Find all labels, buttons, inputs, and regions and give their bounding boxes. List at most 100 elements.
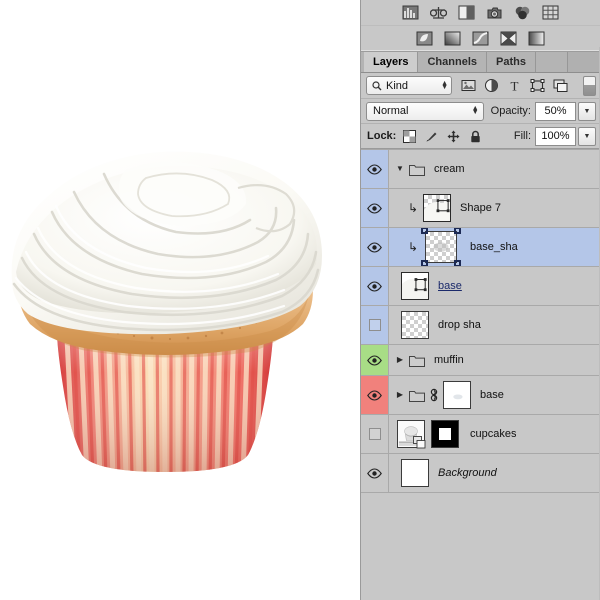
chevron-down-icon[interactable]: ▼ xyxy=(395,165,405,173)
photoshop-window: Layers Channels Paths Kind ▲ ▼ T Normal … xyxy=(0,0,600,600)
clipping-mask-arrow-icon: ↳ xyxy=(407,201,419,215)
filter-kind-select[interactable]: Kind ▲ ▼ xyxy=(366,76,452,95)
layer-row[interactable]: cupcakes xyxy=(361,415,600,454)
layer-row[interactable]: ▼ cream xyxy=(361,150,600,189)
tab-channels[interactable]: Channels xyxy=(418,52,487,72)
fill-dropdown-arrow[interactable]: ▼ xyxy=(578,126,596,146)
eye-off-icon xyxy=(368,428,381,440)
layer-row[interactable]: Background xyxy=(361,454,600,493)
layer-thumbnail[interactable] xyxy=(397,420,426,449)
layer-name: muffin xyxy=(434,354,464,366)
layer-visibility-toggle[interactable] xyxy=(361,150,389,188)
filter-smartobject-icon[interactable] xyxy=(553,78,568,93)
color-wheels-icon[interactable] xyxy=(514,5,531,20)
layer-thumbnail[interactable] xyxy=(443,381,471,409)
eye-off-icon xyxy=(368,319,381,331)
fill-field[interactable]: 100% ▼ xyxy=(535,126,596,146)
layer-row[interactable]: ▶ muffin xyxy=(361,345,600,376)
link-icon[interactable] xyxy=(429,388,439,402)
layer-row[interactable]: drop sha xyxy=(361,306,600,345)
layer-name: drop sha xyxy=(438,319,481,331)
eye-icon xyxy=(367,202,382,214)
filter-pixel-icon[interactable] xyxy=(461,78,476,93)
magnifier-icon xyxy=(372,80,382,91)
tab-channels-label: Channels xyxy=(427,56,477,68)
tab-bar-empty xyxy=(568,52,600,72)
layer-visibility-toggle[interactable] xyxy=(361,454,389,492)
tab-paths[interactable]: Paths xyxy=(487,52,536,72)
brightness-contrast-icon[interactable] xyxy=(416,31,433,46)
layer-thumbnail[interactable] xyxy=(423,194,451,222)
layer-row-body[interactable]: ▼ cream xyxy=(389,150,600,188)
layer-list[interactable]: ▼ cream ↳ Shape 7 ↳ base_sha base drop s… xyxy=(361,149,600,493)
panel-icon-strip-2 xyxy=(361,26,600,52)
lock-label: Lock: xyxy=(367,130,397,142)
layer-name: Background xyxy=(438,467,497,479)
blend-mode-select[interactable]: Normal ▲ ▼ xyxy=(366,101,484,121)
chevron-updown-icon[interactable]: ▲ ▼ xyxy=(472,105,479,116)
levels-icon[interactable] xyxy=(444,31,461,46)
tab-layers[interactable]: Layers xyxy=(364,52,419,72)
camera-icon[interactable] xyxy=(486,5,503,20)
chevron-updown-icon[interactable]: ▲ ▼ xyxy=(441,80,448,91)
layer-visibility-toggle[interactable] xyxy=(361,306,389,344)
exposure-icon[interactable] xyxy=(500,31,517,46)
blend-mode-value: Normal xyxy=(373,105,409,117)
transparency-checker xyxy=(402,312,428,338)
layer-visibility-toggle[interactable] xyxy=(361,376,389,414)
eye-icon xyxy=(367,467,382,479)
document-canvas[interactable] xyxy=(0,0,360,600)
opacity-dropdown-arrow[interactable]: ▼ xyxy=(578,101,596,121)
filter-shape-icon[interactable] xyxy=(530,78,545,93)
lock-all-icon[interactable] xyxy=(469,130,482,143)
layer-visibility-toggle[interactable] xyxy=(361,415,389,453)
eye-icon xyxy=(367,163,382,175)
lock-options xyxy=(403,129,482,143)
layer-visibility-toggle[interactable] xyxy=(361,267,389,305)
cupcake-frosting xyxy=(11,151,322,335)
halves-square-icon[interactable] xyxy=(458,5,475,20)
histogram-icon[interactable] xyxy=(402,5,419,20)
layer-row-body[interactable]: Background xyxy=(389,454,600,492)
grid-icon[interactable] xyxy=(542,5,559,20)
layer-thumbnail[interactable] xyxy=(425,231,457,263)
layer-row-body[interactable]: base xyxy=(389,267,600,305)
blend-opacity-row: Normal ▲ ▼ Opacity: 50% ▼ xyxy=(361,99,600,124)
layer-row-body[interactable]: ▶ base xyxy=(389,376,600,414)
lock-position-icon[interactable] xyxy=(447,130,460,143)
opacity-value[interactable]: 50% xyxy=(535,101,576,121)
layer-thumbnail[interactable] xyxy=(401,272,429,300)
layer-thumbnail-selected-wrap xyxy=(421,228,461,266)
lock-transparent-pixels-icon[interactable] xyxy=(403,129,417,143)
chevron-right-icon[interactable]: ▶ xyxy=(395,356,405,364)
layer-visibility-toggle[interactable] xyxy=(361,189,389,227)
layer-visibility-toggle[interactable] xyxy=(361,345,389,375)
layer-thumbnail[interactable] xyxy=(401,459,429,487)
layer-mask-thumbnail[interactable] xyxy=(431,420,459,448)
filter-enable-toggle[interactable] xyxy=(583,75,596,96)
layer-row-body[interactable]: ↳ base_sha xyxy=(389,228,600,266)
layer-row-body[interactable]: ↳ Shape 7 xyxy=(389,189,600,227)
layer-row[interactable]: ▶ base xyxy=(361,376,600,415)
layer-row-body[interactable]: drop sha xyxy=(389,306,600,344)
curves-icon[interactable] xyxy=(472,31,489,46)
tab-paths-label: Paths xyxy=(496,56,526,68)
filter-type-icon[interactable]: T xyxy=(507,78,522,94)
balance-scale-icon[interactable] xyxy=(429,5,448,20)
layer-row-body[interactable]: cupcakes xyxy=(389,415,600,453)
eye-icon xyxy=(367,354,382,366)
layer-row-body[interactable]: ▶ muffin xyxy=(389,345,600,375)
chevron-right-icon[interactable]: ▶ xyxy=(395,391,405,399)
opacity-field[interactable]: 50% ▼ xyxy=(535,101,596,121)
layer-row[interactable]: ↳ Shape 7 xyxy=(361,189,600,228)
panel-icon-strip-1 xyxy=(361,0,600,26)
lock-image-pixels-icon[interactable] xyxy=(425,130,438,143)
gradient-map-icon[interactable] xyxy=(528,31,545,46)
fill-value[interactable]: 100% xyxy=(535,126,576,146)
layer-row[interactable]: base xyxy=(361,267,600,306)
fill-label: Fill: xyxy=(513,130,531,142)
filter-adjustment-icon[interactable] xyxy=(484,78,499,93)
layer-visibility-toggle[interactable] xyxy=(361,228,389,266)
layer-thumbnail[interactable] xyxy=(401,311,429,339)
layer-row[interactable]: ↳ base_sha xyxy=(361,228,600,267)
